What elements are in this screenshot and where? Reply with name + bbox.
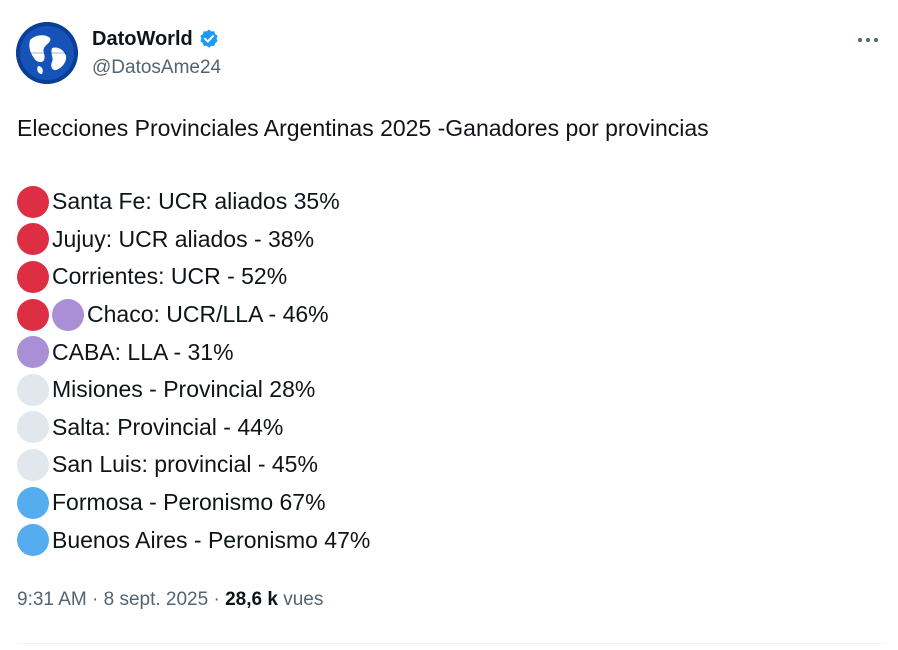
result-text: CABA: LLA - 31% (52, 338, 234, 365)
more-dots-icon (858, 38, 862, 42)
white-circle-icon (17, 448, 49, 481)
result-item: Misiones - Provincial 28% (17, 371, 370, 409)
blue-circle-icon (17, 524, 49, 557)
purple-circle-icon (52, 298, 84, 331)
tweet: DatoWorld @DatosAme24 Elecciones Provinc… (0, 0, 898, 650)
views-label: vues (283, 589, 324, 610)
result-text: Santa Fe: UCR aliados 35% (52, 188, 340, 215)
tweet-date[interactable]: 8 sept. 2025 (104, 589, 209, 610)
result-text: Formosa - Peronismo 67% (52, 489, 326, 516)
views-count[interactable]: 28,6 k (225, 589, 278, 610)
meta-separator: · (92, 589, 99, 610)
result-item: CABA: LLA - 31% (17, 333, 370, 371)
result-item: Formosa - Peronismo 67% (17, 484, 370, 522)
author-display-name[interactable]: DatoWorld (92, 26, 193, 52)
red-circle-icon (17, 223, 49, 256)
result-item: Chaco: UCR/LLA - 46% (17, 296, 370, 334)
more-options-button[interactable] (850, 22, 886, 58)
result-text: Jujuy: UCR aliados - 38% (52, 225, 315, 252)
author-name-row: DatoWorld (92, 26, 220, 52)
result-text: Corrientes: UCR - 52% (52, 263, 288, 290)
red-circle-icon (17, 298, 49, 331)
result-item: Salta: Provincial - 44% (17, 409, 370, 447)
result-item: San Luis: provincial - 45% (17, 446, 370, 484)
white-circle-icon (17, 373, 49, 406)
result-text: Buenos Aires - Peronismo 47% (52, 526, 371, 553)
blue-circle-icon (17, 486, 49, 519)
results-list: Santa Fe: UCR aliados 35% Jujuy: UCR alia… (17, 183, 370, 559)
meta-separator: · (213, 589, 220, 610)
result-item: Jujuy: UCR aliados - 38% (17, 221, 370, 259)
result-item: Corrientes: UCR - 52% (17, 258, 370, 296)
result-text: Salta: Provincial - 44% (52, 413, 284, 440)
result-text: Chaco: UCR/LLA - 46% (87, 301, 329, 328)
result-text: Misiones - Provincial 28% (52, 376, 316, 403)
more-dots-icon (866, 38, 870, 42)
tweet-meta: 9:31 AM · 8 sept. 2025 · 28,6 k vues (17, 586, 323, 614)
red-circle-icon (17, 185, 49, 218)
divider (17, 643, 886, 644)
result-text: San Luis: provincial - 45% (52, 451, 318, 478)
avatar[interactable] (16, 22, 78, 84)
globe-avatar-icon (16, 22, 78, 84)
tweet-title: Elecciones Provinciales Argentinas 2025 … (17, 115, 709, 141)
more-dots-icon (874, 38, 878, 42)
author-handle[interactable]: @DatosAme24 (92, 56, 221, 80)
verified-badge-icon[interactable] (198, 28, 220, 50)
white-circle-icon (17, 411, 49, 444)
result-item: Buenos Aires - Peronismo 47% (17, 521, 370, 559)
tweet-time[interactable]: 9:31 AM (17, 589, 87, 610)
red-circle-icon (17, 260, 49, 293)
result-item: Santa Fe: UCR aliados 35% (17, 183, 370, 221)
purple-circle-icon (17, 336, 49, 369)
